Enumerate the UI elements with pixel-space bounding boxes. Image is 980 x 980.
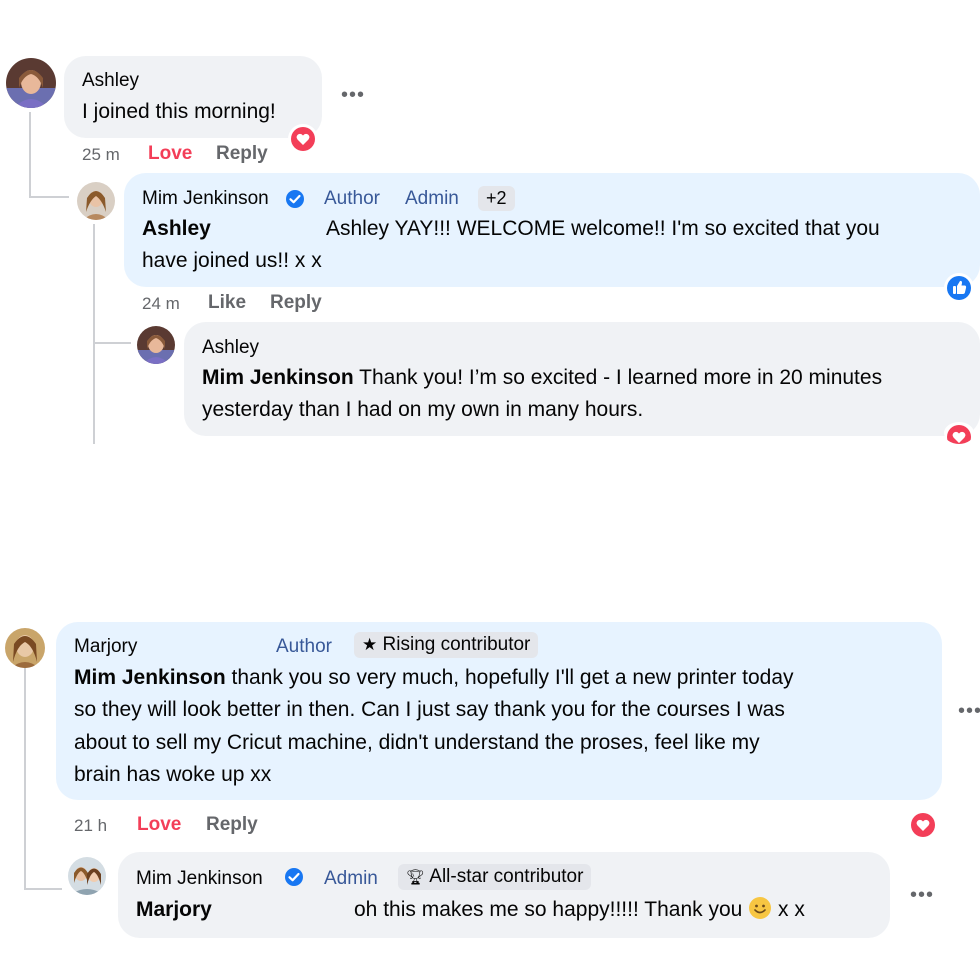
avatar[interactable] xyxy=(77,182,115,220)
comment-text: I joined this morning! xyxy=(82,100,276,123)
reply-button[interactable]: Reply xyxy=(270,292,322,314)
avatar[interactable] xyxy=(68,857,106,895)
thread-line xyxy=(24,888,62,890)
verified-badge-icon xyxy=(284,867,304,892)
reply-text: Thank you! I’m so excited - I learned mo… xyxy=(353,366,883,389)
reply-button[interactable]: Reply xyxy=(216,143,268,165)
thread-line xyxy=(93,342,131,344)
admin-badge[interactable]: Admin xyxy=(405,188,459,210)
reply-text-line: oh this makes me so happy!!!!! Thank you… xyxy=(354,894,805,926)
rising-contributor-badge[interactable]: ★ Rising contributor xyxy=(354,632,539,658)
love-reaction-icon[interactable] xyxy=(908,810,938,840)
avatar[interactable] xyxy=(5,628,45,668)
reply-text: Ashley YAY!!! WELCOME welcome!! I'm so e… xyxy=(326,217,880,240)
thread-line xyxy=(29,112,31,198)
thread-line xyxy=(93,224,95,444)
love-reaction-icon[interactable] xyxy=(944,422,974,444)
reply-author[interactable]: Ashley xyxy=(202,337,259,359)
comment-text: brain has woke up xx xyxy=(74,763,272,786)
author-badge[interactable]: Author xyxy=(324,188,380,210)
more-options-button[interactable]: ••• xyxy=(910,884,934,907)
avatar[interactable] xyxy=(6,58,56,108)
love-reaction-icon[interactable] xyxy=(288,124,318,154)
comment-text: about to sell my Cricut machine, didn't … xyxy=(74,731,760,754)
admin-badge[interactable]: Admin xyxy=(324,868,378,890)
reply-text: x x xyxy=(772,898,805,921)
avatar[interactable] xyxy=(137,326,175,364)
more-options-button[interactable]: ••• xyxy=(958,700,980,723)
reply-text: oh this makes me so happy!!!!! Thank you xyxy=(354,898,743,921)
reply-author[interactable]: Mim Jenkinson xyxy=(136,868,263,890)
comment-text: thank you so very much, hopefully I'll g… xyxy=(225,666,794,689)
mention-link[interactable]: Marjory xyxy=(136,894,212,926)
reply-text-line: Mim Jenkinson Thank you! I’m so excited … xyxy=(202,362,882,394)
comment-time[interactable]: 25 m xyxy=(82,145,120,165)
thread-line xyxy=(29,196,69,198)
mention-link[interactable]: Mim Jenkinson xyxy=(74,666,226,689)
all-star-contributor-badge[interactable]: 🏆︎ All-star contributor xyxy=(398,864,592,890)
reply-button[interactable]: Reply xyxy=(206,814,258,836)
author-badge[interactable]: Author xyxy=(276,636,332,658)
trophy-icon: 🏆︎ xyxy=(406,869,426,886)
like-reaction-icon[interactable] xyxy=(944,273,974,303)
love-button[interactable]: Love xyxy=(137,814,181,836)
verified-badge-icon xyxy=(285,189,305,214)
more-badges-button[interactable]: +2 xyxy=(478,186,515,211)
reply-text: yesterday than I had on my own in many h… xyxy=(202,398,644,421)
like-button[interactable]: Like xyxy=(208,292,246,314)
star-icon: ★ xyxy=(362,635,378,654)
all-star-contributor-label: All-star contributor xyxy=(429,866,584,887)
smile-emoji-icon xyxy=(748,896,772,920)
mention-link[interactable]: Mim Jenkinson xyxy=(202,366,354,389)
rising-contributor-label: Rising contributor xyxy=(382,634,531,655)
comment-author[interactable]: Ashley xyxy=(82,70,139,92)
reply-author[interactable]: Mim Jenkinson xyxy=(142,188,269,210)
comment-text-line: Mim Jenkinson thank you so very much, ho… xyxy=(74,662,794,694)
love-button[interactable]: Love xyxy=(148,143,192,165)
thread-line xyxy=(24,668,26,890)
mention-link[interactable]: Ashley xyxy=(142,213,211,245)
more-options-button[interactable]: ••• xyxy=(341,84,365,107)
reply-time[interactable]: 24 m xyxy=(142,294,180,314)
comment-author[interactable]: Marjory xyxy=(74,636,137,658)
comment-text: so they will look better in then. Can I … xyxy=(74,698,785,721)
reply-text: have joined us!! x x xyxy=(142,249,322,272)
comment-time[interactable]: 21 h xyxy=(74,816,107,836)
